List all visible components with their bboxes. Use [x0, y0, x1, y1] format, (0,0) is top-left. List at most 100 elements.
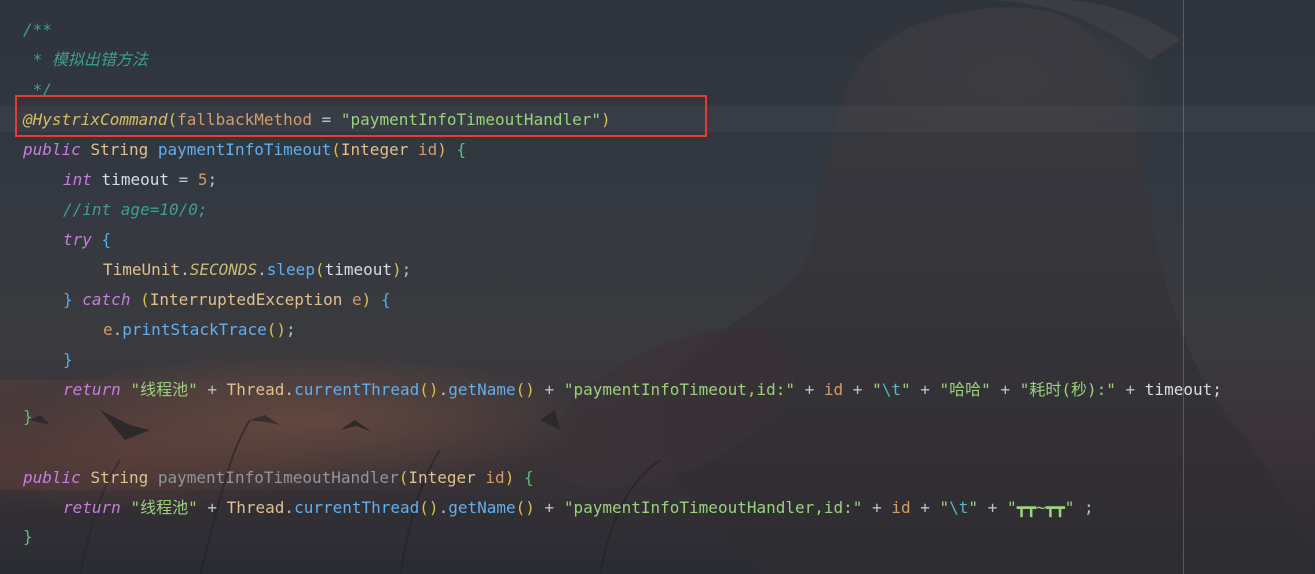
timeout-tail: timeout; — [1144, 380, 1222, 399]
exception-type: InterruptedException — [149, 290, 343, 309]
public-keyword: public — [23, 140, 81, 159]
string-time-label: "耗时(秒):" — [1019, 380, 1116, 399]
doc-comment-open: /** — [23, 18, 52, 42]
semicolon: ; — [401, 260, 412, 279]
close-paren: ) — [504, 468, 515, 487]
method2-name: paymentInfoTimeoutHandler — [157, 468, 399, 487]
quote: " — [968, 498, 979, 517]
sleep-line: TimeUnit.SECONDS.sleep(timeout); — [103, 258, 411, 282]
open-paren: ( — [314, 260, 325, 279]
plus: + — [843, 380, 873, 399]
dot: . — [438, 380, 449, 399]
sleep-arg: timeout — [324, 260, 393, 279]
parens: () — [515, 380, 535, 399]
semicolon-tail: ; — [1074, 498, 1094, 517]
method1-close-brace: } — [23, 407, 33, 426]
method1-close-line: } — [23, 405, 33, 429]
print-stack-line: e.printStackTrace(); — [103, 318, 296, 342]
catch-close-line: } — [63, 348, 73, 372]
method1-signature: public String paymentInfoTimeout(Integer… — [23, 138, 466, 162]
doc-open-text: /** — [23, 20, 52, 39]
quote: " — [939, 498, 950, 517]
var-e: e — [103, 320, 113, 339]
tab-escape: \t — [881, 380, 901, 399]
close-paren: ) — [437, 140, 447, 159]
try-keyword: try — [63, 230, 92, 249]
parens: () — [266, 320, 287, 339]
return-keyword: return — [63, 380, 121, 399]
return-keyword: return — [63, 498, 121, 517]
id-var: id — [891, 498, 911, 517]
get-name-method: getName — [448, 380, 516, 399]
dot: . — [284, 498, 295, 517]
dot: . — [284, 380, 295, 399]
method1-name: paymentInfoTimeout — [157, 140, 332, 159]
quote: " — [872, 380, 882, 399]
dot: . — [257, 260, 267, 279]
string-emoticon: "┳┳~┳┳" — [1006, 498, 1075, 517]
int-keyword: int — [63, 170, 92, 189]
timeunit-class: TimeUnit — [103, 260, 181, 279]
open-brace: { — [523, 468, 534, 487]
plus: + — [795, 380, 824, 399]
param-name: id — [417, 140, 438, 159]
parens: () — [515, 498, 535, 517]
param-type: Integer — [340, 140, 409, 159]
parens: () — [419, 498, 439, 517]
seconds-field: SECONDS — [189, 260, 258, 279]
plus: + — [978, 498, 1007, 517]
tab-escape: \t — [949, 498, 969, 517]
open-brace: { — [456, 140, 467, 159]
var-timeout: timeout — [101, 170, 169, 189]
doc-line-text: * 模拟出错方法 — [23, 50, 148, 69]
line-comment: //int age=10/0; — [63, 198, 208, 222]
close-paren: ) — [361, 290, 372, 309]
current-thread-method: currentThread — [294, 498, 420, 517]
int-declaration-line: int timeout = 5; — [63, 168, 217, 192]
annotation-highlight-box — [15, 95, 707, 137]
close-paren: ) — [392, 260, 402, 279]
string-id-label: "paymentInfoTimeout,id:" — [563, 380, 795, 399]
open-paren: ( — [398, 468, 409, 487]
print-stack-trace-method: printStackTrace — [122, 320, 267, 339]
plus: + — [534, 498, 564, 517]
plus: + — [534, 380, 564, 399]
plus: + — [197, 498, 227, 517]
return-type: String — [90, 140, 149, 159]
catch-open-brace: { — [380, 290, 391, 309]
current-thread-method: currentThread — [294, 380, 420, 399]
try-close-brace: } — [63, 290, 73, 309]
string-threadpool: "线程池" — [130, 380, 198, 399]
plus: + — [910, 380, 940, 399]
method2-close-brace: } — [23, 527, 33, 546]
comment-text: //int age=10/0; — [63, 200, 208, 219]
quote: " — [900, 380, 911, 399]
code-editor[interactable]: /** * 模拟出错方法 */ @HystrixCommand(fallback… — [0, 0, 1315, 574]
doc-comment-line: * 模拟出错方法 — [23, 48, 148, 72]
try-line: try { — [63, 228, 111, 252]
number-5: 5 — [197, 170, 208, 189]
dot: . — [112, 320, 123, 339]
dot: . — [438, 498, 449, 517]
plus: + — [1115, 380, 1145, 399]
string-handler-id-label: "paymentInfoTimeoutHandler,id:" — [563, 498, 863, 517]
return-type: String — [90, 468, 149, 487]
param-type: Integer — [408, 468, 476, 487]
thread-class: Thread — [226, 380, 285, 399]
exception-var: e — [352, 290, 362, 309]
parens: () — [419, 380, 439, 399]
string-haha: "哈哈" — [939, 380, 991, 399]
catch-keyword: catch — [82, 290, 131, 309]
plus: + — [990, 380, 1020, 399]
equals: = — [168, 170, 198, 189]
plus: + — [197, 380, 227, 399]
semicolon: ; — [207, 170, 218, 189]
open-paren: ( — [140, 290, 150, 309]
method2-close-line: } — [23, 525, 33, 549]
get-name-method: getName — [448, 498, 516, 517]
sleep-method: sleep — [266, 260, 315, 279]
plus: + — [862, 498, 892, 517]
string-threadpool: "线程池" — [130, 498, 198, 517]
try-open-brace: { — [101, 230, 112, 249]
return-line-1: return "线程池" + Thread.currentThread().ge… — [63, 378, 1222, 402]
